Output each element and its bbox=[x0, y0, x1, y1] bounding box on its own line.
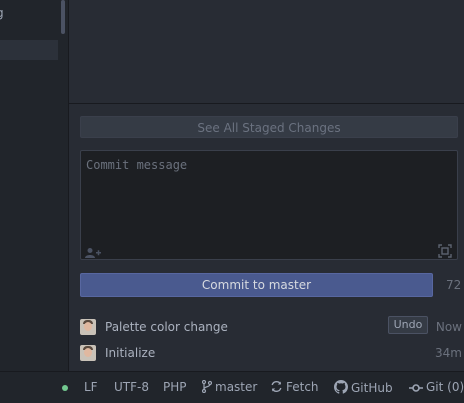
git-tab-button[interactable]: Git (0) bbox=[409, 380, 464, 394]
encoding-status[interactable]: UTF-8 bbox=[114, 380, 149, 394]
status-bar: LF UTF-8 PHP master Fetch GitHub Git (0) bbox=[0, 371, 464, 403]
undo-button[interactable]: Undo bbox=[388, 316, 428, 334]
commit-time: Now bbox=[435, 320, 462, 334]
github-label: GitHub bbox=[351, 381, 393, 395]
staged-changes-area bbox=[69, 0, 464, 104]
git-panel: See All Staged Changes Commit to master … bbox=[69, 0, 464, 371]
expand-icon[interactable] bbox=[438, 243, 452, 258]
recent-commit-item[interactable]: Initialize 34m bbox=[80, 342, 464, 364]
commit-button[interactable]: Commit to master bbox=[80, 273, 433, 297]
branch-icon bbox=[201, 379, 213, 394]
commit-time: 34m bbox=[435, 346, 462, 360]
sidebar-top-text: g bbox=[0, 6, 4, 20]
commit-message-editor bbox=[80, 150, 458, 260]
coauthor-icon[interactable] bbox=[85, 244, 101, 258]
branch-status[interactable]: master bbox=[201, 379, 258, 394]
recent-commit-item[interactable]: Palette color change Undo Now bbox=[80, 316, 464, 338]
avatar bbox=[80, 319, 96, 335]
commit-message-text: Initialize bbox=[105, 346, 156, 360]
git-commit-icon bbox=[409, 384, 423, 392]
fetch-icon bbox=[271, 380, 282, 393]
see-all-staged-changes-button[interactable]: See All Staged Changes bbox=[80, 116, 458, 138]
sidebar-scrollbar[interactable] bbox=[61, 0, 65, 34]
github-icon bbox=[334, 380, 348, 394]
avatar bbox=[80, 345, 96, 361]
left-sidebar: g bbox=[0, 0, 69, 371]
commit-message-text: Palette color change bbox=[105, 320, 228, 334]
git-label: Git (0) bbox=[426, 380, 464, 394]
grammar-status[interactable]: PHP bbox=[163, 380, 187, 394]
line-ending-status[interactable]: LF bbox=[84, 380, 98, 394]
status-indicator bbox=[62, 385, 68, 391]
github-tab-button[interactable]: GitHub bbox=[334, 380, 393, 395]
sidebar-selected-item[interactable] bbox=[0, 40, 58, 60]
commit-message-input[interactable] bbox=[81, 151, 457, 235]
branch-name: master bbox=[215, 380, 258, 394]
remaining-characters-count: 72 bbox=[446, 278, 462, 292]
fetch-label: Fetch bbox=[286, 380, 319, 394]
fetch-button[interactable]: Fetch bbox=[270, 380, 319, 394]
